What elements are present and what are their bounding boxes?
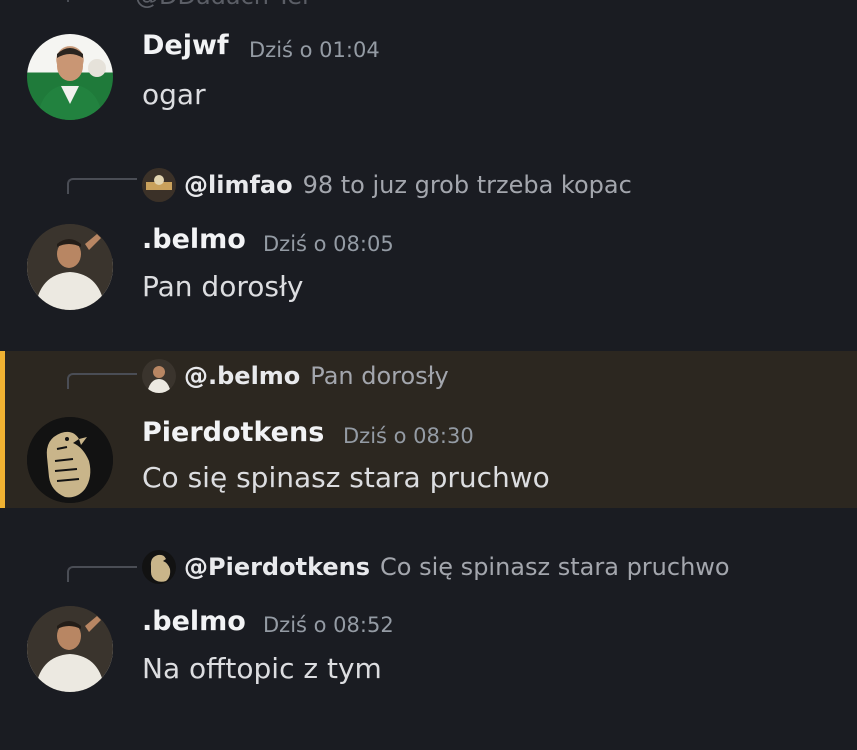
reply-avatar: [142, 550, 176, 584]
message-text: Co się spinasz stara pruchwo: [142, 461, 550, 494]
avatar[interactable]: [27, 224, 113, 310]
avatar[interactable]: [27, 606, 113, 692]
message-belmo-2: @Pierdotkens Co się spinasz stara pruchw…: [0, 540, 857, 720]
reply-text: 98 to juz grob trzeba kopac: [302, 171, 632, 199]
reply-username[interactable]: @Pierdotkens: [184, 553, 370, 581]
reply-username[interactable]: @limfao: [184, 171, 293, 199]
reply-text: Co się spinasz stara pruchwo: [380, 553, 730, 581]
timestamp: Dziś o 01:04: [249, 38, 380, 62]
message-pierdotkens-highlighted: @.belmo Pan dorosły Pierdotkens Dziś o 0…: [0, 351, 857, 508]
reply-preview[interactable]: @Pierdotkens Co się spinasz stara pruchw…: [142, 550, 730, 584]
cut-off-reply-text: @DDadach Tel: [135, 0, 309, 10]
timestamp: Dziś o 08:05: [263, 232, 394, 256]
message-text: Pan dorosły: [142, 270, 304, 303]
message-dejwf: Dejwf Dziś o 01:04 ogar: [0, 20, 857, 140]
message-text: Na offtopic z tym: [142, 652, 382, 685]
username[interactable]: .belmo: [142, 606, 246, 637]
message-belmo-1: @limfao 98 to juz grob trzeba kopac .bel…: [0, 160, 857, 340]
reply-preview[interactable]: @.belmo Pan dorosły: [142, 359, 449, 393]
reply-text: Pan dorosły: [310, 362, 449, 390]
username[interactable]: Dejwf: [142, 30, 229, 61]
reply-connector-line: [67, 566, 137, 582]
avatar[interactable]: [27, 34, 113, 120]
username[interactable]: .belmo: [142, 224, 246, 255]
reply-avatar: [142, 359, 176, 393]
reply-avatar: [142, 168, 176, 202]
reply-connector-line: [67, 178, 137, 194]
reply-preview[interactable]: @limfao 98 to juz grob trzeba kopac: [142, 168, 632, 202]
reply-connector-line: [67, 0, 137, 2]
timestamp: Dziś o 08:52: [263, 613, 394, 637]
reply-connector-line: [67, 373, 137, 389]
avatar[interactable]: [27, 417, 113, 503]
username[interactable]: Pierdotkens: [142, 417, 324, 448]
message-text: ogar: [142, 78, 206, 111]
reply-username[interactable]: @.belmo: [184, 362, 300, 390]
timestamp: Dziś o 08:30: [343, 424, 474, 448]
